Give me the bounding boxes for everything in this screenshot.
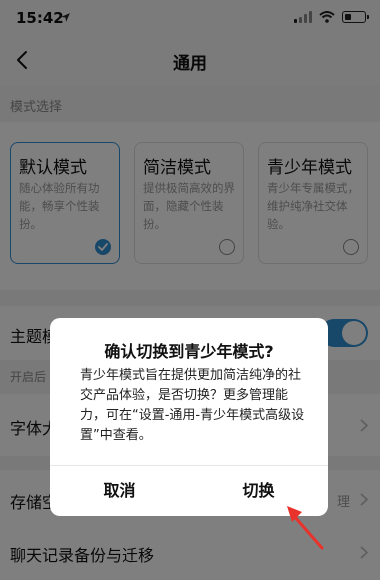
confirm-dialog: 确认切换到青少年模式? 青少年模式旨在提供更加简洁纯净的社交产品体验，是否切换？… (50, 318, 328, 516)
annotation-arrow-icon (287, 506, 324, 550)
dialog-title: 确认切换到青少年模式? (104, 342, 274, 361)
cancel-button[interactable]: 取消 (50, 466, 189, 516)
dialog-body: 青少年模式旨在提供更加简洁纯净的社交产品体验，是否切换？更多管理能力，可在“设置… (80, 368, 305, 443)
